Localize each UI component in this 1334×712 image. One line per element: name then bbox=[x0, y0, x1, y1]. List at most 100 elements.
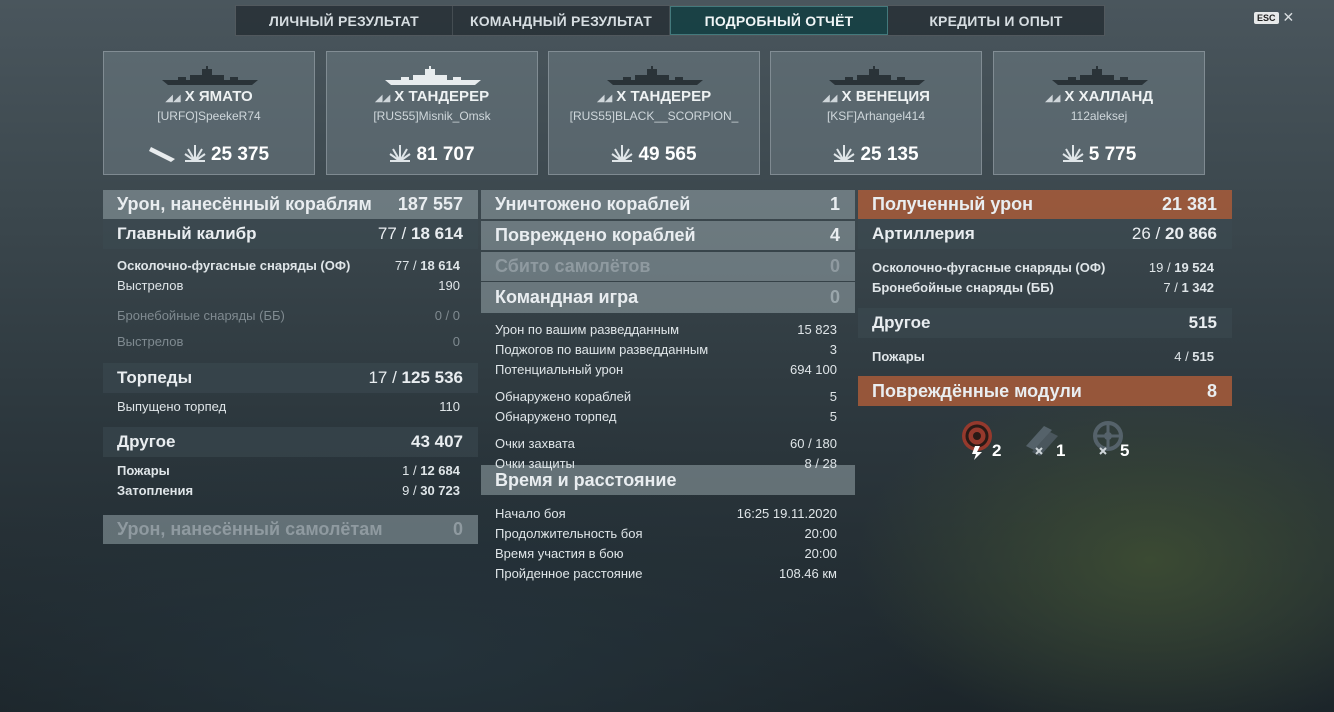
recv-ap-hits: 7 bbox=[1163, 279, 1171, 295]
player-name: [RUS55]Misnik_Omsk bbox=[373, 109, 491, 123]
esc-key-icon: ESC bbox=[1254, 11, 1279, 24]
he-shots-row: Выстрелов 190 bbox=[103, 275, 478, 295]
team-play-value: 0 bbox=[829, 287, 840, 307]
damage-received-panel: Полученный урон 21 381 Артиллерия 26 / 2… bbox=[858, 190, 1232, 406]
stat-label: Потенциальный урон bbox=[495, 361, 624, 377]
damage-burst-icon bbox=[1062, 143, 1084, 169]
floods-label: Затопления bbox=[117, 482, 194, 498]
steering-count: 5 bbox=[1120, 441, 1130, 460]
ship-name-label: ЯМАТО bbox=[198, 88, 253, 105]
ship-name-label: ТАНДЕРЕР bbox=[408, 88, 490, 105]
ship-name-label: ТАНДЕРЕР bbox=[630, 88, 712, 105]
stat-label: Поджогов по вашим разведданным bbox=[495, 341, 709, 357]
ship-class-icon: ◢◢ bbox=[1045, 93, 1061, 104]
destroyed-value: 1 bbox=[829, 194, 840, 214]
damage-value: 25 135 bbox=[860, 144, 919, 165]
ship-name: ◢◢ X ТАНДЕРЕР bbox=[549, 88, 759, 105]
main-battery-damage: 18 614 bbox=[411, 224, 463, 243]
stat-value: 694 100 bbox=[790, 361, 837, 377]
tab-credits-xp[interactable]: КРЕДИТЫ И ОПЫТ bbox=[888, 6, 1104, 35]
stat-value: 20:00 bbox=[804, 545, 837, 561]
recv-he-label: Осколочно-фугасные снаряды (ОФ) bbox=[872, 259, 1106, 275]
tab-team-result[interactable]: КОМАНДНЫЙ РЕЗУЛЬТАТ bbox=[453, 6, 670, 35]
engine-count: 2 bbox=[992, 441, 1002, 460]
torpedoes-damage: 125 536 bbox=[401, 368, 463, 387]
other-value: 43 407 bbox=[411, 432, 463, 451]
torp-launched-value: 110 bbox=[439, 398, 460, 414]
ship-card[interactable]: ◢◢ X ТАНДЕРЕР [RUS55]Misnik_Omsk 81 707 bbox=[326, 51, 538, 175]
player-name: 112aleksej bbox=[1070, 109, 1128, 123]
he-hits: 77 bbox=[394, 257, 410, 273]
stat-row: Потенциальный урон 694 100 bbox=[481, 359, 855, 379]
stat-label: Начало боя bbox=[495, 505, 566, 521]
recv-he-hits: 19 bbox=[1148, 259, 1164, 275]
recv-he-damage: 19 524 bbox=[1174, 259, 1214, 275]
torp-launched-label: Выпущено торпед bbox=[117, 398, 227, 414]
stat-row: Урон по вашим разведданным 15 823 bbox=[481, 319, 855, 339]
ship-silhouette-icon bbox=[1052, 66, 1148, 85]
destroyed-label: Уничтожено кораблей bbox=[495, 194, 691, 214]
ship-name-label: ХАЛЛАНД bbox=[1078, 88, 1153, 105]
ship-silhouette-icon bbox=[607, 66, 703, 85]
damage-dealt-panel: Урон, нанесённый кораблям 187 557 Главны… bbox=[103, 190, 478, 544]
close-button[interactable]: ESC ✕ bbox=[1254, 9, 1294, 26]
artillery-hits: 26 bbox=[1131, 224, 1151, 243]
he-damage: 18 614 bbox=[420, 257, 460, 273]
he-shots-value: 190 bbox=[438, 277, 460, 293]
fires-damage: 12 684 bbox=[420, 462, 460, 478]
ship-damage: 81 707 bbox=[327, 143, 537, 169]
stat-value: 8 / 28 bbox=[804, 455, 837, 471]
fires-row: Пожары 1 / 12 684 bbox=[117, 462, 460, 478]
stat-label: Обнаружено кораблей bbox=[495, 388, 632, 404]
damaged-label: Повреждено кораблей bbox=[495, 225, 696, 245]
fires-label: Пожары bbox=[117, 462, 170, 478]
main-battery-hits: 77 bbox=[377, 224, 397, 243]
ship-card[interactable]: ◢◢ X ХАЛЛАНД 112aleksej 5 775 bbox=[993, 51, 1205, 175]
damage-burst-icon bbox=[389, 143, 412, 169]
damage-value: 81 707 bbox=[416, 144, 475, 165]
ship-damage-header: Урон, нанесённый кораблям 187 557 bbox=[103, 190, 478, 219]
recv-he-row: Осколочно-фугасные снаряды (ОФ) 19 / 19 … bbox=[872, 259, 1214, 275]
received-label: Полученный урон bbox=[872, 194, 1033, 214]
stat-row: Время участия в бою 20:00 bbox=[481, 543, 855, 563]
stat-row: Пройденное расстояние 108.46 км bbox=[481, 563, 855, 583]
ap-label: Бронебойные снаряды (ББ) bbox=[117, 307, 285, 323]
plane-damage-value: 0 bbox=[452, 519, 463, 539]
stat-value: 3 bbox=[829, 341, 837, 357]
floods-damage: 30 723 bbox=[420, 482, 460, 498]
damage-value: 25 375 bbox=[210, 144, 270, 165]
stat-value: 60 / 180 bbox=[790, 435, 837, 451]
ship-damage-value: 187 557 bbox=[397, 194, 463, 214]
ship-name: ◢◢ X ЯМАТО bbox=[104, 88, 314, 105]
ship-damage: 25 135 bbox=[771, 143, 981, 169]
stat-row: Обнаружено торпед 5 bbox=[481, 406, 855, 426]
report-tabs: ЛИЧНЫЙ РЕЗУЛЬТАТ КОМАНДНЫЙ РЕЗУЛЬТАТ ПОД… bbox=[235, 5, 1105, 36]
steering-module: 5 bbox=[1086, 420, 1130, 460]
recv-other-value: 515 bbox=[1188, 313, 1217, 332]
ship-damage-label: Урон, нанесённый кораблям bbox=[117, 194, 372, 214]
stat-label: Очки захвата bbox=[495, 435, 575, 451]
ship-class-icon: ◢◢ bbox=[596, 93, 613, 104]
stat-value: 5 bbox=[829, 388, 837, 404]
recv-fires-damage: 515 bbox=[1192, 348, 1214, 364]
stat-label: Пройденное расстояние bbox=[495, 565, 643, 581]
planes-label: Сбито самолётов bbox=[495, 256, 651, 276]
artillery-label: Артиллерия bbox=[872, 224, 975, 243]
tab-personal-result[interactable]: ЛИЧНЫЙ РЕЗУЛЬТАТ bbox=[236, 6, 453, 35]
damaged-header: Повреждено кораблей 4 bbox=[481, 221, 855, 250]
stat-value: 15 823 bbox=[797, 321, 837, 337]
ship-card[interactable]: ◢◢ X ТАНДЕРЕР [RUS55]BLACK__SCORPION_ 49 56… bbox=[548, 51, 760, 175]
team-play-label: Командная игра bbox=[495, 287, 639, 307]
stat-row: Продолжительность боя 20:00 bbox=[481, 523, 855, 543]
ship-card[interactable]: ◢◢ X ЯМАТО [URFO]SpeekeR74 25 375 bbox=[103, 51, 315, 175]
combat-stats-panel: Уничтожено кораблей 1 Повреждено корабле… bbox=[481, 190, 855, 583]
planes-header: Сбито самолётов 0 bbox=[481, 252, 855, 281]
stat-label: Урон по вашим разведданным bbox=[495, 321, 680, 337]
tab-detailed-report[interactable]: ПОДРОБНЫЙ ОТЧЁТ bbox=[670, 6, 888, 35]
ship-card[interactable]: ◢◢ X ВЕНЕЦИЯ [KSF]Arhangel414 25 135 bbox=[770, 51, 982, 175]
he-row: Осколочно-фугасные снаряды (ОФ) 77 / 18 … bbox=[117, 257, 460, 273]
modules-label: Повреждённые модули bbox=[872, 380, 1082, 401]
ship-name: ◢◢ X ТАНДЕРЕР bbox=[327, 88, 537, 105]
team-play-header: Командная игра 0 bbox=[481, 282, 855, 313]
he-shots-label: Выстрелов bbox=[117, 277, 184, 293]
